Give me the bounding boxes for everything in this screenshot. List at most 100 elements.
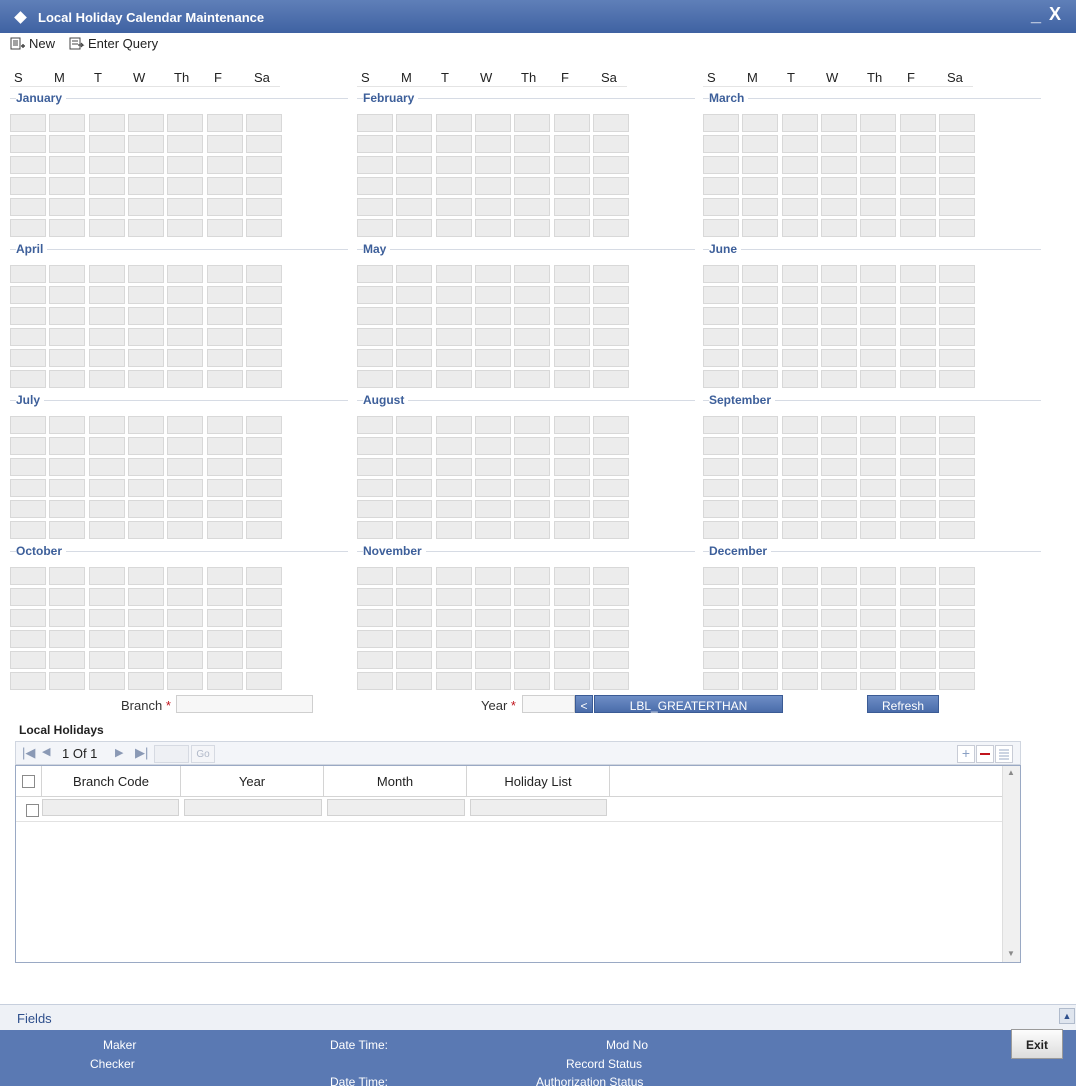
calendar-day-cell[interactable] [553, 219, 590, 237]
calendar-day-cell[interactable] [781, 135, 818, 153]
calendar-day-cell[interactable] [206, 286, 243, 304]
calendar-day-cell[interactable] [49, 198, 86, 216]
calendar-day-cell[interactable] [88, 567, 125, 585]
calendar-day-cell[interactable] [703, 521, 739, 539]
calendar-day-cell[interactable] [899, 500, 936, 518]
calendar-day-cell[interactable] [167, 265, 204, 283]
calendar-day-cell[interactable] [592, 416, 629, 434]
calendar-day-cell[interactable] [88, 198, 125, 216]
calendar-day-cell[interactable] [396, 219, 433, 237]
calendar-day-cell[interactable] [127, 198, 164, 216]
calendar-day-cell[interactable] [10, 156, 46, 174]
calendar-day-cell[interactable] [820, 651, 857, 669]
calendar-day-cell[interactable] [938, 672, 975, 690]
calendar-day-cell[interactable] [514, 479, 551, 497]
calendar-day-cell[interactable] [396, 567, 433, 585]
calendar-day-cell[interactable] [88, 651, 125, 669]
calendar-day-cell[interactable] [435, 219, 472, 237]
calendar-day-cell[interactable] [167, 349, 204, 367]
calendar-day-cell[interactable] [49, 672, 86, 690]
calendar-day-cell[interactable] [127, 651, 164, 669]
minimize-button[interactable]: _ [1031, 5, 1041, 26]
calendar-day-cell[interactable] [474, 521, 511, 539]
enter-query-button[interactable]: Enter Query [69, 36, 158, 51]
calendar-day-cell[interactable] [938, 370, 975, 388]
calendar-day-cell[interactable] [553, 588, 590, 606]
branch-code-cell-input[interactable] [42, 799, 179, 816]
calendar-day-cell[interactable] [938, 588, 975, 606]
calendar-day-cell[interactable] [245, 135, 282, 153]
calendar-day-cell[interactable] [167, 156, 204, 174]
column-header-year[interactable]: Year [181, 766, 324, 796]
calendar-day-cell[interactable] [703, 135, 739, 153]
calendar-day-cell[interactable] [88, 328, 125, 346]
calendar-day-cell[interactable] [357, 349, 393, 367]
calendar-day-cell[interactable] [88, 114, 125, 132]
branch-input[interactable] [176, 695, 313, 713]
calendar-day-cell[interactable] [206, 567, 243, 585]
calendar-day-cell[interactable] [703, 265, 739, 283]
calendar-day-cell[interactable] [127, 177, 164, 195]
calendar-day-cell[interactable] [742, 458, 779, 476]
calendar-day-cell[interactable] [88, 177, 125, 195]
calendar-day-cell[interactable] [49, 135, 86, 153]
calendar-day-cell[interactable] [474, 114, 511, 132]
calendar-day-cell[interactable] [357, 588, 393, 606]
calendar-day-cell[interactable] [938, 286, 975, 304]
calendar-day-cell[interactable] [592, 198, 629, 216]
calendar-day-cell[interactable] [49, 651, 86, 669]
calendar-day-cell[interactable] [206, 349, 243, 367]
calendar-day-cell[interactable] [592, 458, 629, 476]
calendar-day-cell[interactable] [899, 135, 936, 153]
calendar-day-cell[interactable] [899, 458, 936, 476]
calendar-day-cell[interactable] [860, 135, 897, 153]
calendar-day-cell[interactable] [396, 609, 433, 627]
calendar-day-cell[interactable] [474, 567, 511, 585]
calendar-day-cell[interactable] [357, 416, 393, 434]
calendar-day-cell[interactable] [474, 588, 511, 606]
calendar-day-cell[interactable] [514, 265, 551, 283]
calendar-day-cell[interactable] [357, 630, 393, 648]
prev-page-icon[interactable]: ◀ [42, 745, 50, 758]
next-page-icon[interactable]: ▶ [115, 746, 123, 759]
calendar-day-cell[interactable] [820, 156, 857, 174]
calendar-day-cell[interactable] [592, 588, 629, 606]
calendar-day-cell[interactable] [860, 458, 897, 476]
calendar-day-cell[interactable] [435, 349, 472, 367]
calendar-day-cell[interactable] [742, 370, 779, 388]
calendar-day-cell[interactable] [245, 458, 282, 476]
calendar-day-cell[interactable] [396, 156, 433, 174]
calendar-day-cell[interactable] [938, 177, 975, 195]
calendar-day-cell[interactable] [899, 177, 936, 195]
calendar-day-cell[interactable] [514, 198, 551, 216]
calendar-day-cell[interactable] [357, 458, 393, 476]
calendar-day-cell[interactable] [474, 286, 511, 304]
calendar-day-cell[interactable] [553, 416, 590, 434]
calendar-day-cell[interactable] [357, 479, 393, 497]
calendar-day-cell[interactable] [206, 416, 243, 434]
calendar-day-cell[interactable] [206, 307, 243, 325]
calendar-day-cell[interactable] [435, 114, 472, 132]
calendar-day-cell[interactable] [49, 416, 86, 434]
calendar-day-cell[interactable] [167, 135, 204, 153]
calendar-day-cell[interactable] [357, 156, 393, 174]
calendar-day-cell[interactable] [742, 349, 779, 367]
calendar-day-cell[interactable] [553, 437, 590, 455]
calendar-day-cell[interactable] [703, 156, 739, 174]
calendar-day-cell[interactable] [860, 370, 897, 388]
calendar-day-cell[interactable] [860, 349, 897, 367]
calendar-day-cell[interactable] [938, 198, 975, 216]
calendar-day-cell[interactable] [474, 156, 511, 174]
calendar-day-cell[interactable] [592, 286, 629, 304]
calendar-day-cell[interactable] [899, 156, 936, 174]
calendar-day-cell[interactable] [592, 672, 629, 690]
calendar-day-cell[interactable] [553, 651, 590, 669]
calendar-day-cell[interactable] [514, 307, 551, 325]
calendar-day-cell[interactable] [938, 630, 975, 648]
calendar-day-cell[interactable] [742, 177, 779, 195]
calendar-day-cell[interactable] [49, 265, 86, 283]
calendar-day-cell[interactable] [703, 349, 739, 367]
calendar-day-cell[interactable] [860, 198, 897, 216]
calendar-day-cell[interactable] [435, 265, 472, 283]
last-page-icon[interactable]: ▶| [135, 745, 148, 761]
